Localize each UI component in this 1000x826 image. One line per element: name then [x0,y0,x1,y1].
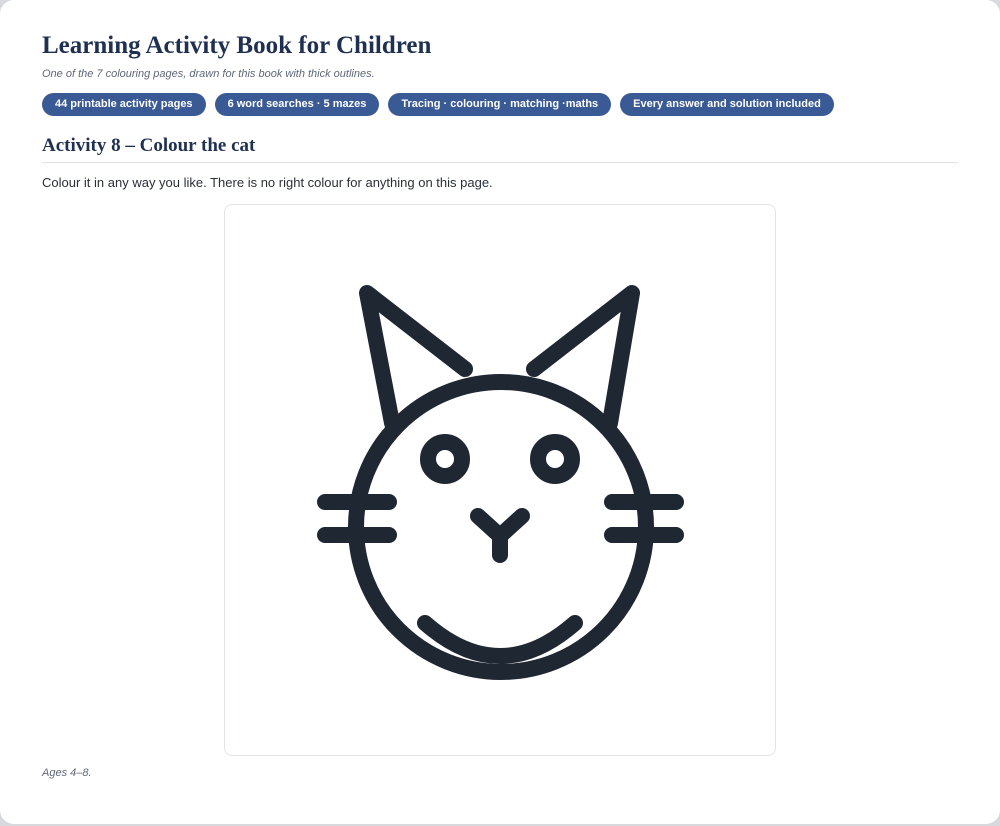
book-title: Learning Activity Book for Children [42,32,432,59]
cat-right-eye [530,434,580,484]
chip-activity-types: Tracing · colouring · matching ·maths [388,93,612,116]
heading-divider [42,162,958,163]
chip-activity-pages: 44 printable activity pages [42,93,206,116]
chip-answers-included: Every answer and solution included [620,93,834,116]
age-footnote: Ages 4–8. [42,767,92,779]
cat-drawing [317,285,684,680]
activity-page: Learning Activity Book for Children One … [0,0,1000,824]
activity-instruction: Colour it in any way you like. There is … [42,175,493,190]
feature-chips: 44 printable activity pages 6 word searc… [42,93,834,116]
chip-word-searches-mazes: 6 word searches · 5 mazes [214,93,380,116]
activity-heading: Activity 8 – Colour the cat [42,135,256,156]
colouring-frame [224,204,776,756]
book-subtitle: One of the 7 colouring pages, drawn for … [42,68,375,80]
cat-collar [417,615,583,664]
cat-left-eye [420,434,470,484]
